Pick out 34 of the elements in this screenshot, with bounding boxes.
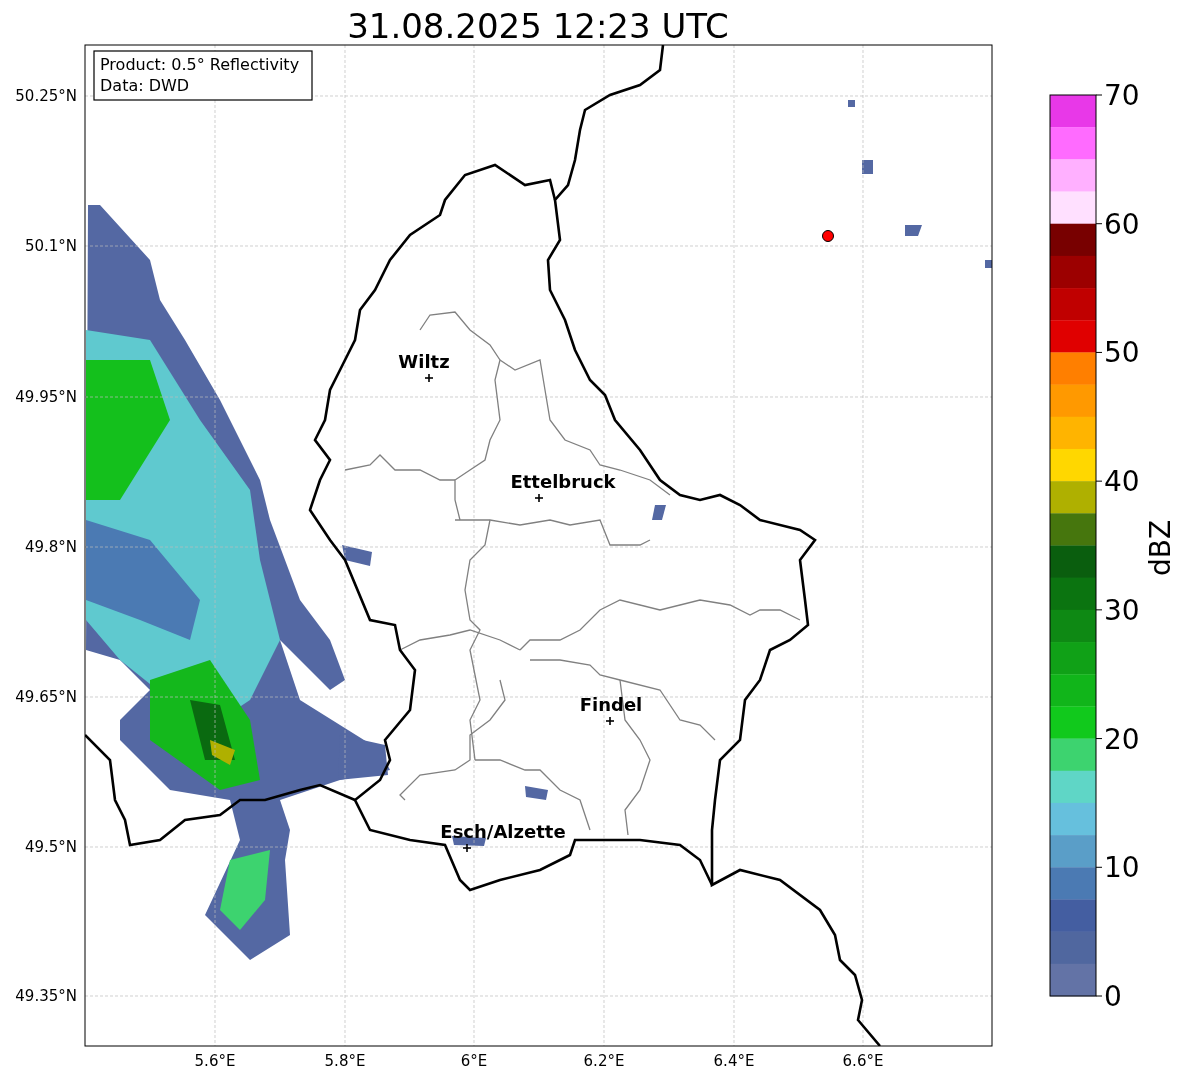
city-label: Ettelbruck [510,471,616,492]
colorbar-tick-label: 20 [1104,722,1140,756]
longitude-label: 5.6°E [194,1052,236,1070]
info-text: Product: 0.5° Reflectivity [100,55,300,74]
latitude-label: 49.5°N [24,838,77,856]
longitude-label: 6°E [460,1052,488,1070]
colorbar-tick-label: 0 [1104,980,1122,1013]
latitude-label: 49.8°N [24,538,77,556]
longitude-label: 6.4°E [713,1052,755,1070]
city-label: Esch/Alzette [440,821,566,842]
city-label: Findel [579,694,643,715]
city-marker-icon [462,843,472,853]
longitude-label: 6.6°E [842,1052,884,1070]
colorbar-tick-label: 70 [1104,79,1140,112]
latitude-label: 49.65°N [15,688,77,706]
city-label: Wiltz [398,351,450,372]
map-title: 31.08.2025 12:23 UTC [347,6,729,46]
latitude-label: 49.35°N [15,987,77,1005]
latitude-label: 49.95°N [15,388,77,406]
longitude-label: 5.8°E [324,1052,366,1070]
colorbar-tick-label: 30 [1104,593,1140,627]
city-marker-icon [605,716,615,726]
longitude-label: 6.2°E [583,1052,625,1070]
colorbar-tick-label: 40 [1104,465,1140,499]
colorbar-tick-label: 50 [1104,336,1140,370]
city-marker-icon [534,493,544,503]
colorbar-tick-label: 60 [1104,207,1140,241]
latitude-label: 50.1°N [24,237,77,255]
colorbar-label: dBZ [1144,519,1177,577]
latitude-label: 50.25°N [15,87,77,105]
info-text: Data: DWD [100,76,190,95]
colorbar-tick-label: 10 [1104,851,1140,885]
radar-site-marker [822,230,834,242]
city-marker-icon [424,373,434,383]
